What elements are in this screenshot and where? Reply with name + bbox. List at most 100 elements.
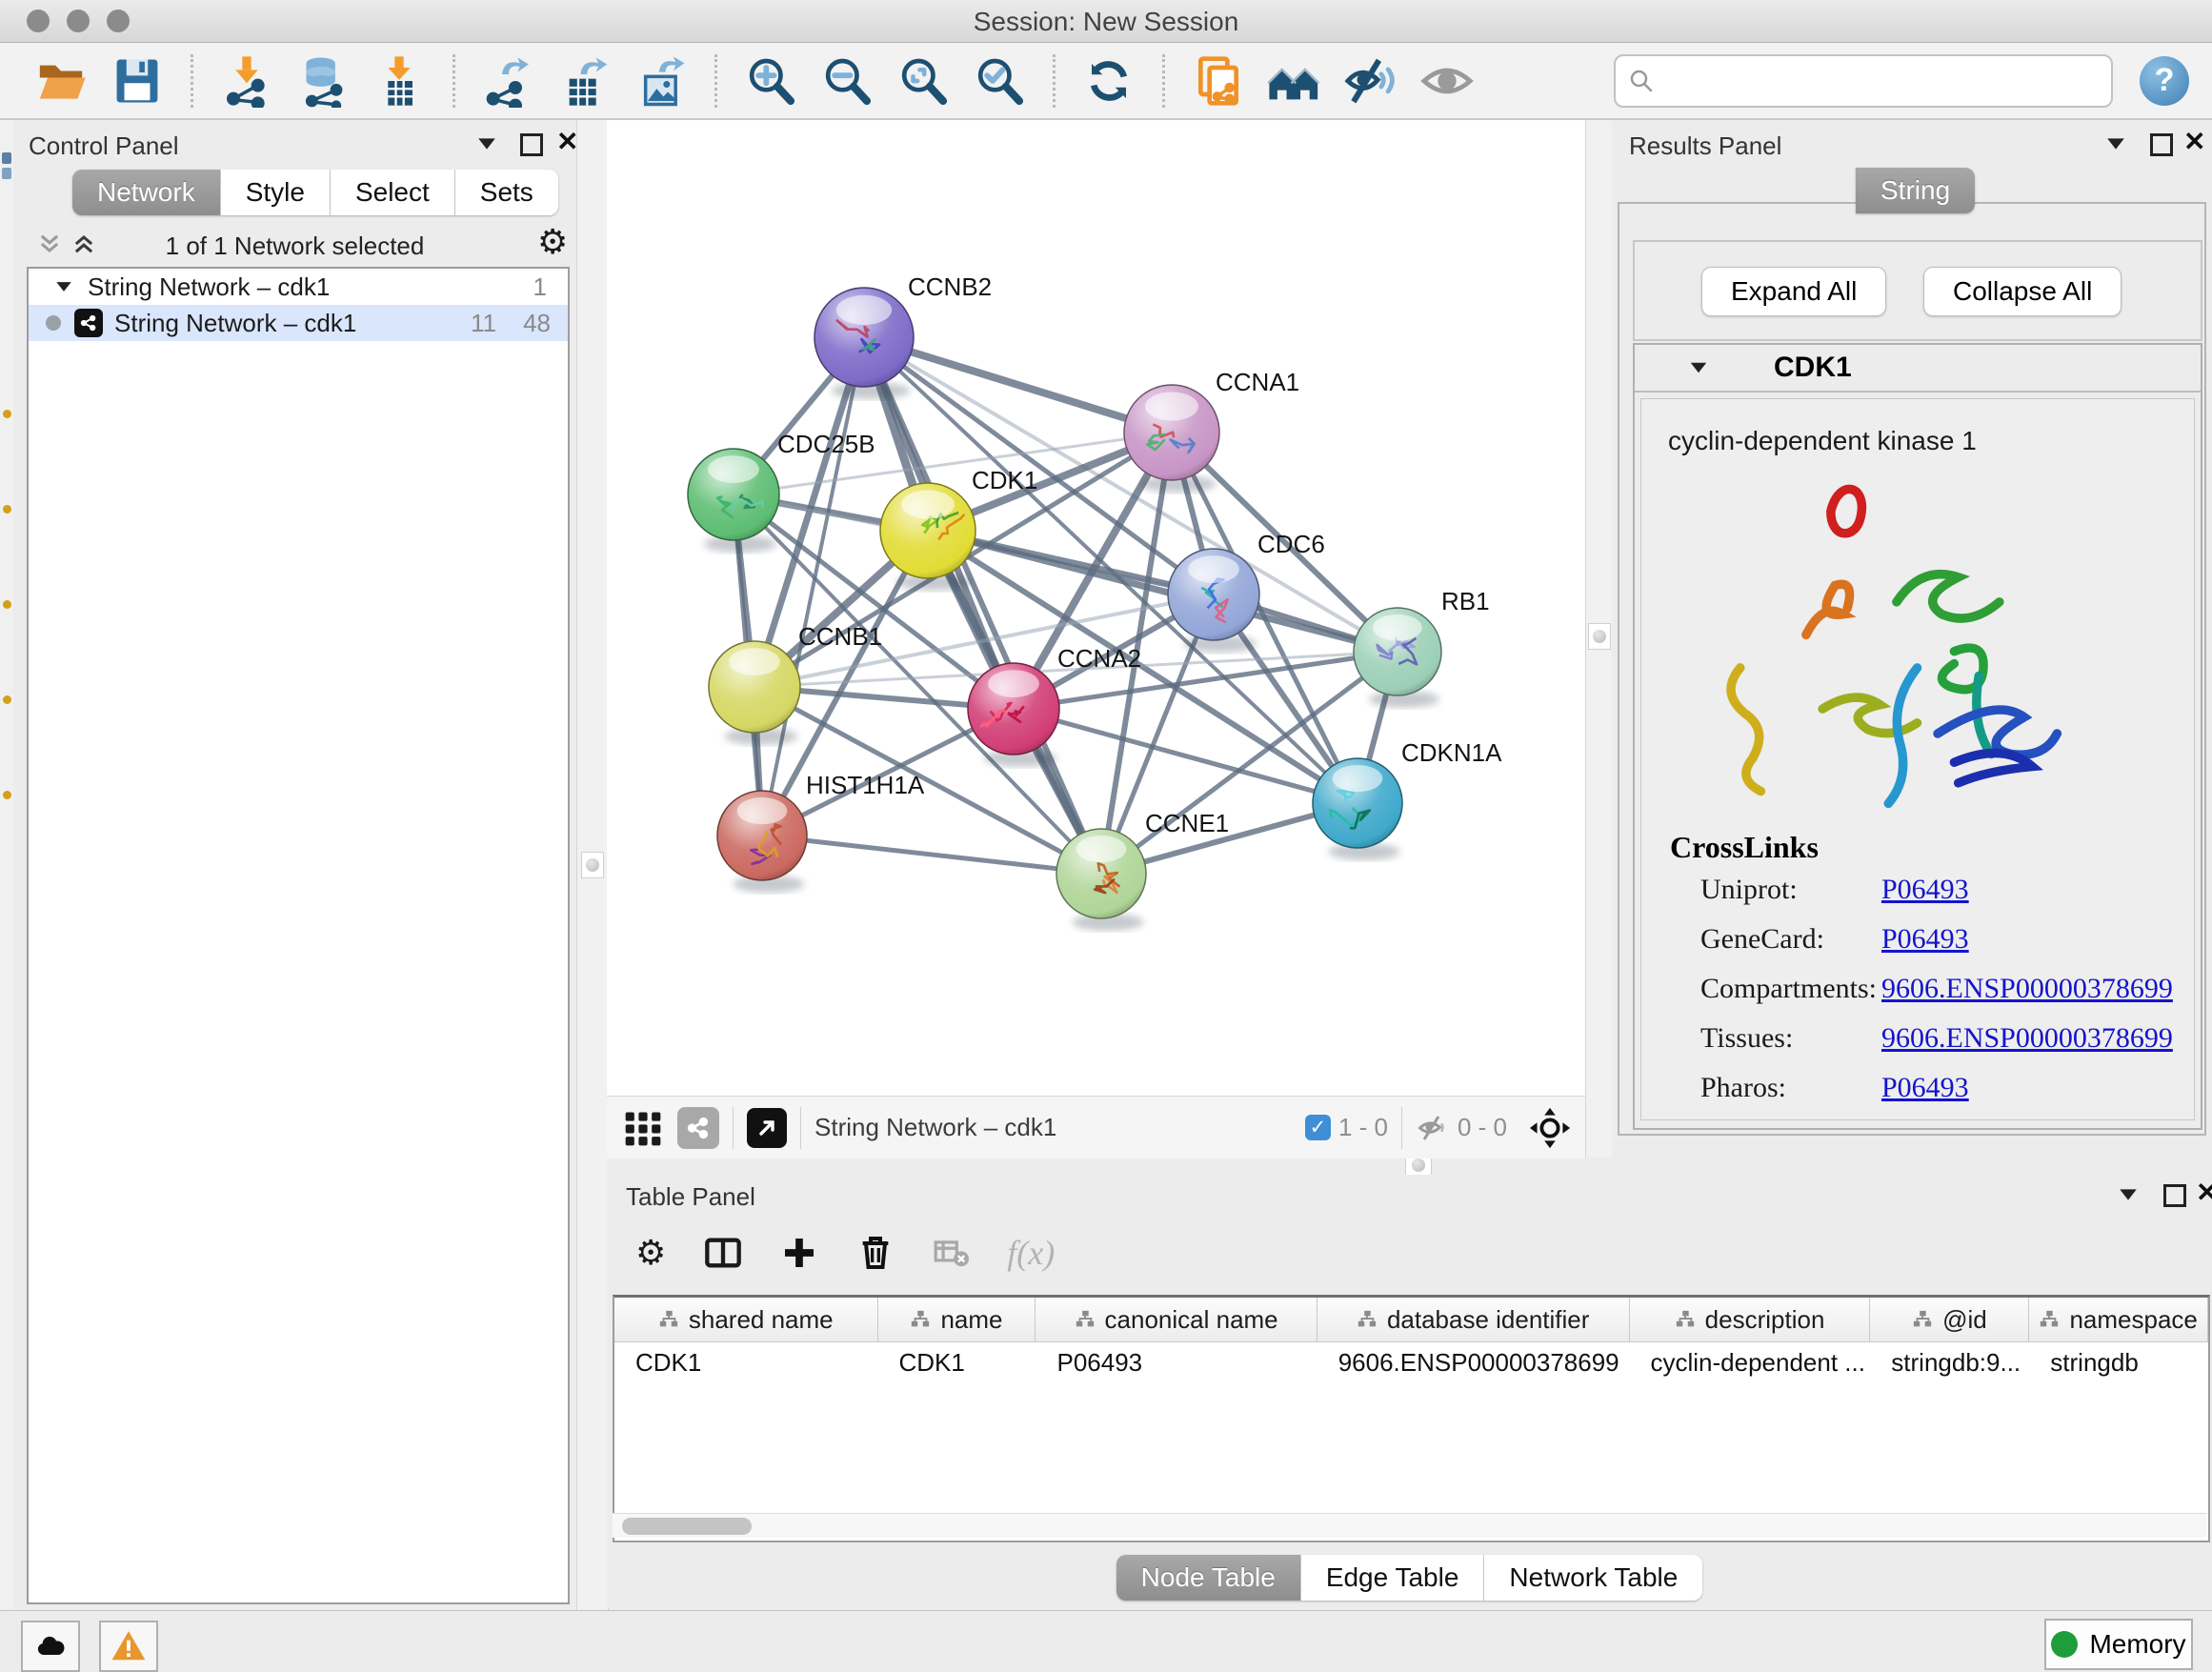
node-CCNB2[interactable]: CCNB2 — [814, 272, 992, 399]
crosslink-link[interactable]: 9606.ENSP00000378699 — [1881, 1022, 2173, 1055]
splitter-handle[interactable] — [581, 852, 604, 878]
show-eye-button[interactable] — [1418, 51, 1477, 111]
birds-eye-navigator-icon[interactable] — [1528, 1106, 1572, 1150]
memory-button[interactable]: Memory — [2044, 1619, 2193, 1670]
warnings-button[interactable] — [99, 1621, 158, 1672]
column-header--id[interactable]: @id — [1870, 1298, 2029, 1341]
zoom-selected-icon — [973, 54, 1026, 108]
grid-view-icon[interactable] — [622, 1107, 664, 1149]
zoom-out-button[interactable] — [817, 51, 876, 111]
delete-column-trash-icon[interactable] — [856, 1234, 895, 1272]
search-box[interactable] — [1614, 54, 2113, 108]
node-label-RB1: RB1 — [1441, 587, 1490, 615]
table-horizontal-scrollbar[interactable] — [613, 1513, 2206, 1538]
control-network-splitter[interactable] — [576, 120, 609, 1610]
column-header-canonical-name[interactable]: canonical name — [1036, 1298, 1317, 1341]
help-button[interactable]: ? — [2140, 56, 2189, 106]
panel-float-icon[interactable] — [520, 133, 543, 156]
edge-CDK1-RB1[interactable] — [928, 531, 1398, 652]
save-session-button[interactable] — [108, 51, 167, 111]
node-RB1[interactable]: RB1 — [1354, 587, 1490, 708]
network-view-toolbar: String Network – cdk1 ✓ 1 - 0 0 - 0 — [607, 1096, 1585, 1158]
gene-expander-icon[interactable] — [1691, 363, 1707, 373]
export-network-button[interactable] — [479, 51, 538, 111]
collapse-all-button[interactable]: Collapse All — [1923, 267, 2122, 316]
copy-network-button[interactable] — [1189, 51, 1248, 111]
network-share-icon[interactable] — [677, 1107, 719, 1149]
import-network-button[interactable] — [217, 51, 276, 111]
table-row[interactable]: CDK1CDK1P064939606.ENSP00000378699cyclin… — [614, 1342, 2208, 1382]
column-header-shared-name[interactable]: shared name — [614, 1298, 878, 1341]
panel-float-icon[interactable] — [2163, 1184, 2186, 1207]
memory-status-dot — [2051, 1631, 2078, 1658]
edge-HIST1H1A-CCNE1[interactable] — [762, 836, 1101, 874]
tab-style[interactable]: Style — [221, 170, 331, 215]
tab-node-table[interactable]: Node Table — [1116, 1555, 1301, 1601]
panel-float-icon[interactable] — [2150, 133, 2173, 156]
table-settings-gear-icon[interactable]: ⚙ — [635, 1234, 666, 1273]
panel-close-icon[interactable]: ✕ — [2183, 126, 2205, 157]
open-in-window-icon[interactable] — [747, 1108, 787, 1148]
splitter-handle[interactable] — [1588, 623, 1611, 650]
add-column-icon[interactable] — [780, 1234, 818, 1272]
node-CCNB1[interactable]: CCNB1 — [709, 622, 882, 745]
main-toolbar: ? — [0, 43, 2212, 120]
home-button[interactable] — [1265, 51, 1324, 111]
panel-menu-icon[interactable] — [2107, 138, 2124, 149]
network-options-gear-icon[interactable]: ⚙ — [537, 223, 568, 262]
tab-select[interactable]: Select — [331, 170, 455, 215]
zoom-fit-button[interactable] — [894, 51, 953, 111]
hide-unhide-button[interactable] — [1341, 51, 1400, 111]
panel-close-icon[interactable]: ✕ — [556, 126, 578, 157]
expand-collapse-box: Expand All Collapse All — [1633, 240, 2202, 341]
column-header-database-identifier[interactable]: database identifier — [1317, 1298, 1630, 1341]
expand-all-button[interactable]: Expand All — [1701, 267, 1886, 316]
zoom-in-button[interactable] — [741, 51, 800, 111]
horizontal-splitter[interactable] — [607, 1158, 2212, 1175]
zoom-selected-button[interactable] — [970, 51, 1029, 111]
column-header-name[interactable]: name — [878, 1298, 1036, 1341]
tab-edge-table[interactable]: Edge Table — [1301, 1555, 1485, 1601]
search-input[interactable] — [1656, 65, 2100, 96]
table-body: CDK1CDK1P064939606.ENSP00000378699cyclin… — [614, 1342, 2208, 1382]
gene-header[interactable]: CDK1 — [1635, 345, 2201, 393]
import-database-button[interactable] — [293, 51, 352, 111]
edge-CCNB2-HIST1H1A[interactable] — [762, 337, 864, 836]
node-CDC25B[interactable]: CDC25B — [688, 430, 875, 553]
crosslink-link[interactable]: P06493 — [1881, 874, 1969, 906]
node-CDKN1A[interactable]: CDKN1A — [1313, 738, 1502, 860]
show-columns-icon[interactable] — [704, 1234, 742, 1272]
panel-close-icon[interactable]: ✕ — [2196, 1177, 2212, 1208]
network-results-splitter[interactable] — [1585, 120, 1614, 1158]
column-header-description[interactable]: description — [1630, 1298, 1871, 1341]
tab-network[interactable]: Network — [72, 170, 221, 215]
panel-menu-icon[interactable] — [478, 138, 495, 149]
refresh-layout-button[interactable] — [1079, 51, 1138, 111]
open-session-button[interactable] — [31, 51, 90, 111]
export-image-button[interactable] — [632, 51, 691, 111]
panel-menu-icon[interactable] — [2120, 1189, 2137, 1199]
network-collection-row[interactable]: String Network – cdk1 1 — [29, 269, 568, 305]
node-CDC6[interactable]: CDC6 — [1168, 530, 1325, 653]
node-HIST1H1A[interactable]: HIST1H1A — [717, 771, 925, 893]
collection-expander-icon[interactable] — [56, 282, 70, 292]
hidden-eye-slash-icon[interactable] — [1416, 1111, 1450, 1145]
column-header-namespace[interactable]: namespace — [2029, 1298, 2208, 1341]
crosslink-link[interactable]: P06493 — [1881, 923, 1969, 956]
tab-sets[interactable]: Sets — [455, 170, 558, 215]
memory-label: Memory — [2089, 1629, 2185, 1660]
export-table-button[interactable] — [555, 51, 614, 111]
cloud-button[interactable] — [21, 1621, 80, 1672]
selected-checkbox-icon[interactable]: ✓ — [1305, 1115, 1331, 1140]
import-table-button[interactable] — [370, 51, 429, 111]
crosslinks-heading: CrossLinks — [1670, 830, 1819, 865]
crosslink-link[interactable]: 9606.ENSP00000378699 — [1881, 973, 2173, 1005]
tab-network-table[interactable]: Network Table — [1484, 1555, 1702, 1601]
network-canvas[interactable]: CCNB2CCNA1CDC25BCDK1CDC6RB1CCNB1CCNA2CDK… — [607, 120, 1585, 1096]
cell-database-identifier: 9606.ENSP00000378699 — [1317, 1342, 1630, 1382]
tab-string[interactable]: String — [1856, 168, 1975, 213]
crosslink-link[interactable]: P06493 — [1881, 1072, 1969, 1104]
network-row-selected[interactable]: String Network – cdk1 11 48 — [29, 305, 568, 341]
node-label-HIST1H1A: HIST1H1A — [806, 771, 925, 799]
scrollbar-thumb[interactable] — [622, 1518, 752, 1535]
